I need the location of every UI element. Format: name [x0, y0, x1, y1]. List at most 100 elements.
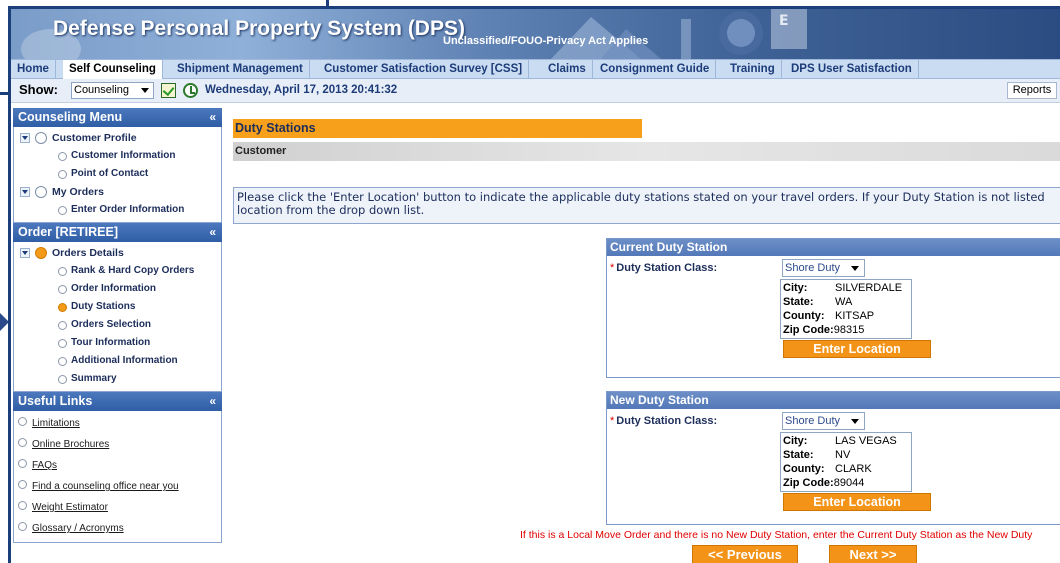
- counseling-menu-title: Counseling Menu: [18, 110, 123, 124]
- nav-additional-information[interactable]: Additional Information: [14, 352, 221, 370]
- nav-label: Customer Information: [71, 150, 176, 161]
- previous-button[interactable]: << Previous: [692, 545, 798, 563]
- nav-label: Order Information: [71, 283, 157, 294]
- tab-dps-user-satisfaction[interactable]: DPS User Satisfaction: [785, 60, 919, 79]
- banner-artwork: E: [551, 9, 807, 59]
- enter-location-button[interactable]: Enter Location: [783, 493, 931, 511]
- link-limitations[interactable]: Limitations: [14, 413, 221, 434]
- link-weight-estimator[interactable]: Weight Estimator: [14, 497, 221, 518]
- county-label: County:: [783, 463, 825, 475]
- show-select[interactable]: Counseling: [71, 82, 154, 99]
- tab-self-counseling[interactable]: Self Counseling: [63, 60, 163, 79]
- status-circle-icon: [58, 339, 67, 348]
- collapse-icon[interactable]: «: [209, 108, 216, 127]
- useful-links-header: Useful Links «: [13, 392, 222, 411]
- main-content: Duty Stations Customer Please click the …: [233, 111, 1060, 563]
- tab-training[interactable]: Training: [724, 60, 782, 79]
- nav-order-information[interactable]: Order Information: [14, 280, 221, 298]
- useful-links-title: Useful Links: [18, 394, 93, 408]
- nav-label: Enter Order Information: [71, 204, 185, 215]
- nav-label: Additional Information: [71, 355, 178, 366]
- city-value: SILVERDALE: [835, 282, 903, 294]
- expand-icon[interactable]: [20, 248, 30, 258]
- expand-icon[interactable]: [20, 133, 30, 143]
- duty-station-class-select[interactable]: Shore Duty: [782, 259, 865, 277]
- status-circle-icon: [58, 152, 67, 161]
- bullet-circle-icon: [18, 417, 27, 426]
- county-row: County: KITSAP: [783, 309, 909, 323]
- current-status-icon: [35, 247, 47, 259]
- current-datetime: Wednesday, April 17, 2013 20:41:32: [205, 84, 398, 96]
- tab-customer-satisfaction-survey[interactable]: Customer Satisfaction Survey [CSS]: [318, 60, 530, 79]
- nav-orders-details[interactable]: Orders Details: [14, 244, 221, 262]
- current-duty-station-title: Current Duty Station: [607, 239, 1060, 256]
- useful-links: Limitations Online Brochures FAQs Find a…: [13, 411, 222, 543]
- city-row: City: LAS VEGAS: [783, 434, 909, 448]
- nav-label: Summary: [71, 373, 117, 384]
- expand-icon[interactable]: [20, 187, 30, 197]
- label-text: Duty Station Class:: [616, 262, 718, 274]
- select-value: Shore Duty: [785, 415, 841, 427]
- nav-duty-stations[interactable]: Duty Stations: [14, 298, 221, 316]
- new-station-address: City: LAS VEGAS State: NV County: CLARK Zip…: [780, 432, 912, 492]
- link-text[interactable]: Online Brochures: [32, 439, 109, 450]
- link-find-counseling-office[interactable]: Find a counseling office near you: [14, 476, 221, 497]
- nav-my-orders[interactable]: My Orders: [14, 183, 221, 201]
- link-text[interactable]: FAQs: [32, 460, 57, 471]
- zip-row: Zip Code:98315: [783, 323, 909, 337]
- nav-tour-information[interactable]: Tour Information: [14, 334, 221, 352]
- nav-label: Orders Selection: [71, 319, 152, 330]
- status-circle-icon: [58, 375, 67, 384]
- link-faqs[interactable]: FAQs: [14, 455, 221, 476]
- link-text[interactable]: Find a counseling office near you: [32, 481, 179, 492]
- page-title: Duty Stations: [233, 119, 642, 138]
- reports-button[interactable]: Reports: [1007, 82, 1057, 99]
- link-text[interactable]: Weight Estimator: [32, 502, 108, 513]
- left-navigation: Counseling Menu « Customer Profile Custo…: [13, 108, 222, 558]
- collapse-icon[interactable]: «: [209, 223, 216, 242]
- clock-icon[interactable]: [183, 83, 198, 98]
- checklist-icon[interactable]: [161, 83, 176, 98]
- nav-point-of-contact[interactable]: Point of Contact: [14, 165, 221, 183]
- tab-claims[interactable]: Claims: [542, 60, 593, 79]
- nav-orders-selection[interactable]: Orders Selection: [14, 316, 221, 334]
- tab-shipment-management[interactable]: Shipment Management: [171, 60, 310, 79]
- nav-enter-order-information[interactable]: Enter Order Information: [14, 201, 221, 219]
- zip-value: 89044: [833, 477, 865, 489]
- nav-customer-profile[interactable]: Customer Profile: [14, 129, 221, 147]
- county-label: County:: [783, 310, 825, 322]
- status-circle-icon: [58, 285, 67, 294]
- app-window: E Defense Personal Property System (DPS)…: [8, 6, 1060, 563]
- link-glossary-acronyms[interactable]: Glossary / Acronyms: [14, 518, 221, 539]
- nav-label: Orders Details: [52, 247, 124, 259]
- link-text[interactable]: Limitations: [32, 418, 80, 429]
- required-asterisk: *: [610, 415, 615, 427]
- classification-notice: Unclassified/FOUO-Privacy Act Applies: [443, 35, 649, 47]
- counseling-menu-header: Counseling Menu «: [13, 108, 222, 127]
- show-select-value: Counseling: [74, 84, 130, 96]
- bullet-circle-icon: [18, 459, 27, 468]
- status-circle-icon: [58, 321, 67, 330]
- state-row: State: WA: [783, 295, 909, 309]
- duty-station-class-select[interactable]: Shore Duty: [782, 412, 865, 430]
- city-value: LAS VEGAS: [835, 435, 897, 447]
- tab-consignment-guide[interactable]: Consignment Guide: [594, 60, 717, 79]
- state-value: NV: [835, 449, 851, 461]
- app-title: Defense Personal Property System (DPS): [53, 17, 465, 40]
- bullet-circle-icon: [18, 480, 27, 489]
- link-text[interactable]: Glossary / Acronyms: [32, 523, 124, 534]
- status-circle-icon: [58, 170, 67, 179]
- status-circle-icon: [58, 206, 67, 215]
- main-tab-bar: Home Self Counseling Shipment Management…: [11, 59, 1060, 79]
- status-circle-icon: [35, 132, 47, 144]
- next-button[interactable]: Next >>: [829, 545, 917, 563]
- local-move-note: If this is a Local Move Order and there …: [520, 529, 1033, 541]
- enter-location-button[interactable]: Enter Location: [783, 340, 931, 358]
- link-online-brochures[interactable]: Online Brochures: [14, 434, 221, 455]
- nav-customer-information[interactable]: Customer Information: [14, 147, 221, 165]
- nav-rank-hard-copy-orders[interactable]: Rank & Hard Copy Orders: [14, 262, 221, 280]
- collapse-icon[interactable]: «: [209, 392, 216, 411]
- nav-summary[interactable]: Summary: [14, 370, 221, 388]
- nav-label: Rank & Hard Copy Orders: [71, 265, 195, 276]
- tab-home[interactable]: Home: [11, 60, 56, 79]
